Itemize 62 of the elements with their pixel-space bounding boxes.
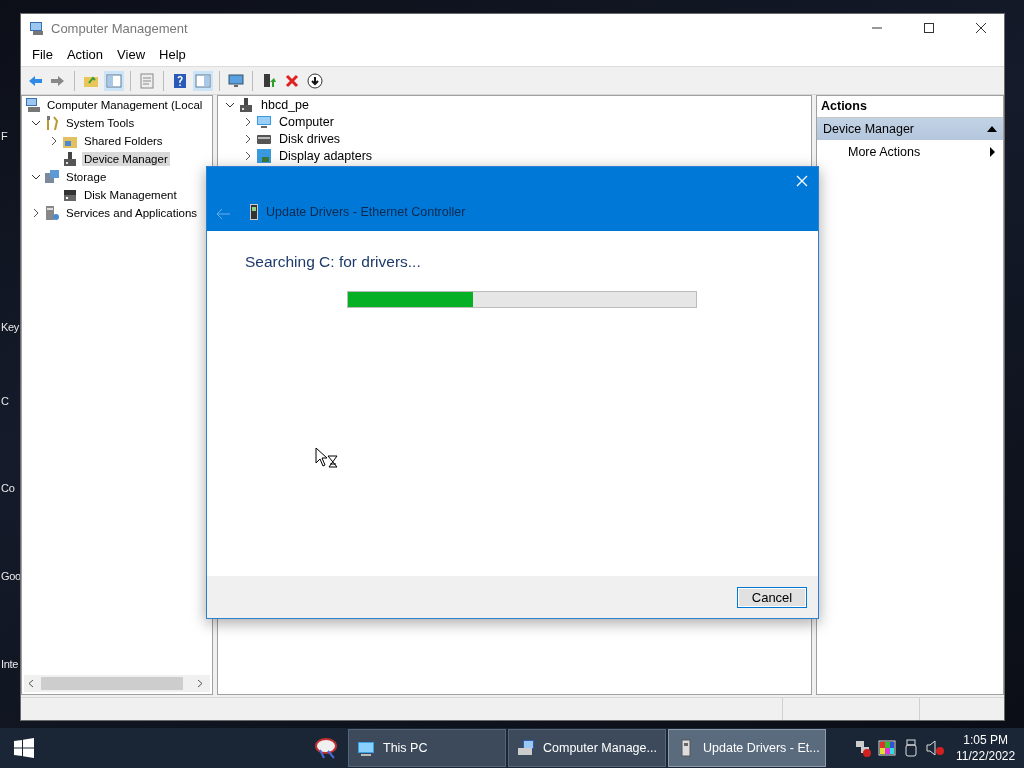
- help-icon[interactable]: [172, 72, 188, 89]
- clock-time[interactable]: 1:05 PM: [963, 732, 1008, 748]
- desktop-icon-label[interactable]: Goo: [1, 570, 21, 582]
- add-driver-icon[interactable]: [261, 72, 277, 89]
- computer-icon: [238, 96, 254, 113]
- cancel-button[interactable]: Cancel: [737, 586, 807, 608]
- taskbar-button[interactable]: This PC: [348, 729, 506, 767]
- menu-item[interactable]: Action: [59, 46, 111, 62]
- color-grid-icon[interactable]: [878, 739, 896, 757]
- computer-management-icon: [25, 97, 41, 113]
- monitor-icon[interactable]: [228, 72, 244, 89]
- action-item[interactable]: More Actions: [817, 140, 1003, 164]
- menu-item[interactable]: View: [110, 46, 153, 62]
- display-adapter-icon: [256, 147, 272, 164]
- download-icon[interactable]: [307, 72, 323, 89]
- tree-item[interactable]: Computer Management (Local: [45, 98, 205, 112]
- satellite-dish-icon[interactable]: [314, 737, 338, 759]
- menu-item[interactable]: Help: [152, 46, 193, 62]
- tree-item[interactable]: Services and Applications: [64, 206, 200, 220]
- desktop-icon-label[interactable]: C: [1, 395, 9, 407]
- busy-cursor-icon: [315, 447, 339, 469]
- tree-item[interactable]: hbcd_pe: [258, 96, 312, 113]
- close-icon[interactable]: [976, 23, 986, 33]
- menu-item[interactable]: File: [25, 46, 60, 62]
- computer-management-icon: [517, 739, 535, 757]
- clock-date[interactable]: 11/22/2022: [956, 748, 1016, 764]
- window-title: Computer Management: [51, 20, 189, 36]
- desktop-icon-label[interactable]: Inte: [1, 658, 19, 670]
- device-icon: [250, 204, 258, 220]
- network-disconnected-icon[interactable]: [854, 739, 872, 757]
- monitor-icon: [357, 739, 375, 757]
- desktop-icon-label[interactable]: F: [1, 130, 8, 142]
- speaker-muted-icon[interactable]: [926, 739, 944, 757]
- collapse-caret-icon[interactable]: [987, 126, 997, 132]
- tree-item[interactable]: Computer: [276, 113, 337, 130]
- tree-item[interactable]: Disk drives: [276, 130, 344, 147]
- device-manager-icon: [62, 151, 78, 167]
- status-message: Searching C: for drivers...: [245, 253, 422, 271]
- usb-drive-icon[interactable]: [902, 739, 920, 757]
- taskbar-button[interactable]: Update Drivers - Et...: [668, 729, 826, 767]
- disk-icon: [62, 187, 78, 203]
- tree-item[interactable]: Device Manager: [82, 152, 170, 166]
- tree-item[interactable]: Shared Folders: [82, 134, 165, 148]
- maximize-icon[interactable]: [924, 23, 934, 33]
- windows-logo-icon[interactable]: [14, 738, 34, 758]
- desktop-icon-label[interactable]: Key: [1, 321, 20, 333]
- computer-management-icon: [29, 20, 45, 36]
- tools-icon: [44, 115, 60, 131]
- taskbar-button[interactable]: Computer Manage...: [508, 729, 666, 767]
- tree-item[interactable]: System Tools: [64, 116, 137, 130]
- tree-item[interactable]: Display adapters: [276, 147, 376, 164]
- monitor-icon: [256, 113, 272, 130]
- dialog-title: Update Drivers - Ethernet Controller: [266, 205, 466, 219]
- tree-item[interactable]: Disk Management: [82, 188, 179, 202]
- services-icon: [44, 205, 60, 221]
- delete-icon[interactable]: [284, 72, 300, 89]
- submenu-caret-icon: [990, 147, 995, 157]
- actions-group-header[interactable]: Device Manager: [817, 118, 1003, 140]
- desktop-icon-label[interactable]: Co: [1, 482, 15, 494]
- tree-item[interactable]: Storage: [64, 170, 109, 184]
- actions-group-title: Device Manager: [823, 122, 914, 136]
- storage-icon: [44, 169, 60, 185]
